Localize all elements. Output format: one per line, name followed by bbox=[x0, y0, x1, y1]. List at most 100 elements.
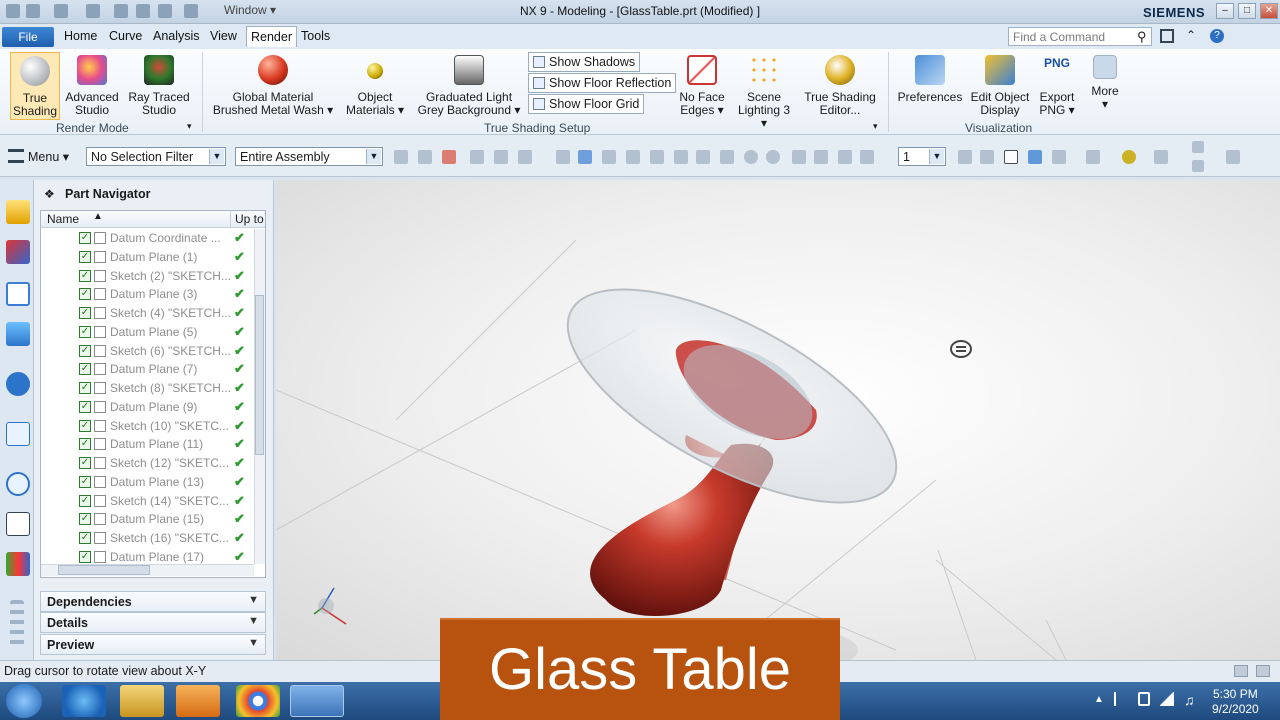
roles-icon[interactable] bbox=[10, 600, 24, 648]
hd3d-tools-icon[interactable] bbox=[6, 372, 30, 396]
view-orientation-icon[interactable] bbox=[1052, 150, 1066, 164]
assembly-constraint-icon[interactable] bbox=[1192, 160, 1204, 172]
edit-object-display-button[interactable]: Edit Object Display bbox=[966, 55, 1034, 117]
tree-row[interactable]: ✓ Datum Plane (15) ✔ bbox=[41, 510, 255, 528]
ray-traced-studio-button[interactable]: Ray Traced Studio bbox=[126, 55, 192, 117]
tree-row[interactable]: ✓ Datum Plane (9) ✔ bbox=[41, 398, 255, 416]
graphics-viewport[interactable] bbox=[275, 180, 1280, 680]
part-navigator-icon[interactable] bbox=[6, 282, 30, 306]
collapse-ribbon-icon[interactable]: ⌃ bbox=[1186, 28, 1196, 42]
constraint-navigator-icon[interactable] bbox=[6, 240, 30, 264]
checkbox-icon[interactable]: ✓ bbox=[79, 495, 91, 507]
true-shading-button[interactable]: True Shading bbox=[10, 52, 60, 120]
tree-row[interactable]: ✓ Sketch (4) "SKETCH... ✔ bbox=[41, 304, 255, 322]
select-curve-icon[interactable] bbox=[494, 150, 508, 164]
global-material-button[interactable]: Global Material Brushed Metal Wash ▾ bbox=[212, 55, 334, 117]
checkbox-icon[interactable]: ✓ bbox=[79, 513, 91, 525]
checkbox-icon[interactable]: ✓ bbox=[79, 326, 91, 338]
snap-line-icon[interactable] bbox=[650, 150, 664, 164]
snap-center-icon[interactable] bbox=[744, 150, 758, 164]
app-icon[interactable] bbox=[6, 4, 20, 18]
assembly-navigator-icon[interactable] bbox=[6, 200, 30, 224]
maximize-button[interactable]: □ bbox=[1238, 3, 1256, 19]
menu-button[interactable]: Menu ▾ bbox=[28, 149, 69, 164]
checkbox-icon[interactable]: ✓ bbox=[79, 382, 91, 394]
tree-row[interactable]: ✓ Sketch (16) "SKETC... ✔ bbox=[41, 529, 255, 547]
preferences-button[interactable]: Preferences bbox=[896, 55, 964, 104]
fullscreen-icon[interactable] bbox=[1160, 29, 1174, 43]
copy-icon[interactable] bbox=[136, 4, 150, 18]
rectangle-select-icon[interactable] bbox=[518, 150, 532, 164]
checkbox-icon[interactable]: ✓ bbox=[79, 551, 91, 563]
select-face-icon[interactable] bbox=[442, 150, 456, 164]
fit-view-icon[interactable] bbox=[958, 150, 972, 164]
checkbox-icon[interactable]: ✓ bbox=[79, 401, 91, 413]
column-name-header[interactable]: Name bbox=[47, 212, 79, 226]
checkbox-icon[interactable]: ✓ bbox=[79, 363, 91, 375]
tab-view[interactable]: View bbox=[210, 29, 237, 43]
taskbar-clock[interactable]: 5:30 PM 9/2/2020 bbox=[1212, 687, 1259, 717]
select-feature-icon[interactable] bbox=[394, 150, 408, 164]
tab-file[interactable]: File bbox=[2, 27, 54, 47]
internet-explorer-icon[interactable] bbox=[62, 685, 106, 717]
background-icon[interactable] bbox=[1122, 150, 1136, 164]
clip-section-icon[interactable] bbox=[1154, 150, 1168, 164]
repeat-command-icon[interactable] bbox=[184, 4, 198, 18]
tree-row[interactable]: ✓ Datum Plane (5) ✔ bbox=[41, 323, 255, 341]
chrome-icon[interactable] bbox=[236, 685, 280, 717]
speaker-icon[interactable]: ♫ bbox=[1184, 692, 1195, 708]
tree-row[interactable]: ✓ Sketch (14) "SKETC... ✔ bbox=[41, 492, 255, 510]
paste-icon[interactable] bbox=[158, 4, 172, 18]
details-panel-header[interactable]: Details ▼ bbox=[40, 612, 266, 633]
snap-point-icon[interactable] bbox=[792, 150, 806, 164]
checkbox-icon[interactable]: ✓ bbox=[79, 251, 91, 263]
minimize-button[interactable]: – bbox=[1216, 3, 1234, 19]
history-icon[interactable] bbox=[6, 472, 30, 496]
zoom-icon[interactable] bbox=[980, 150, 994, 164]
process-studio-icon[interactable] bbox=[6, 552, 30, 576]
file-explorer-icon[interactable] bbox=[120, 685, 164, 717]
advanced-studio-button[interactable]: Advanced Studio bbox=[64, 55, 120, 117]
snap-tangent-icon[interactable] bbox=[674, 150, 688, 164]
snap-on-curve-icon[interactable] bbox=[814, 150, 828, 164]
tree-row[interactable]: ✓ Sketch (12) "SKETC... ✔ bbox=[41, 454, 255, 472]
show-floor-reflection-toggle[interactable]: Show Floor Reflection bbox=[528, 73, 677, 93]
tree-row[interactable]: ✓ Datum Plane (1) ✔ bbox=[41, 248, 255, 266]
tab-home[interactable]: Home bbox=[64, 29, 97, 43]
snap-intersection-icon[interactable] bbox=[720, 150, 734, 164]
checkbox-icon[interactable]: ✓ bbox=[79, 345, 91, 357]
flag-icon[interactable] bbox=[1114, 692, 1128, 706]
checkbox-icon[interactable]: ✓ bbox=[79, 307, 91, 319]
nx-taskbar-icon[interactable] bbox=[290, 685, 344, 717]
checkbox-icon[interactable]: ✓ bbox=[79, 270, 91, 282]
work-layer-dropdown[interactable]: 1 ▼ bbox=[898, 147, 946, 166]
tree-row[interactable]: ✓ Sketch (8) "SKETCH... ✔ bbox=[41, 379, 255, 397]
snap-on-surface-icon[interactable] bbox=[838, 150, 852, 164]
tab-curve[interactable]: Curve bbox=[109, 29, 142, 43]
tree-row[interactable]: ✓ Sketch (10) "SKETC... ✔ bbox=[41, 417, 255, 435]
no-face-edges-button[interactable]: No Face Edges ▾ bbox=[676, 55, 728, 117]
tree-row[interactable]: ✓ Datum Plane (11) ✔ bbox=[41, 435, 255, 453]
selection-filter-dropdown[interactable]: No Selection Filter ▼ bbox=[86, 147, 226, 166]
checkbox-icon[interactable]: ✓ bbox=[79, 288, 91, 300]
show-shadows-toggle[interactable]: Show Shadows bbox=[528, 52, 641, 72]
cut-icon[interactable] bbox=[114, 4, 128, 18]
true-shading-editor-button[interactable]: True Shading Editor... bbox=[802, 55, 878, 117]
select-body-icon[interactable] bbox=[418, 150, 432, 164]
show-floor-grid-toggle[interactable]: Show Floor Grid bbox=[528, 94, 645, 114]
scene-lighting-button[interactable]: Scene Lighting 3 ▾ bbox=[734, 55, 794, 130]
more-button[interactable]: More ▾ bbox=[1086, 55, 1124, 111]
tree-row[interactable]: ✓ Datum Coordinate ... ✔ bbox=[41, 229, 255, 247]
assembly-nav-icon[interactable] bbox=[1192, 141, 1204, 153]
checkbox-icon[interactable]: ✓ bbox=[79, 420, 91, 432]
group-expand-icon[interactable]: ▾ bbox=[187, 121, 192, 132]
graduated-light-button[interactable]: Graduated Light Grey Background ▾ bbox=[414, 55, 524, 117]
snap-midpoint-icon[interactable] bbox=[626, 150, 640, 164]
snap-arc-icon[interactable] bbox=[696, 150, 710, 164]
tree-row[interactable]: ✓ Datum Plane (3) ✔ bbox=[41, 285, 255, 303]
help-icon[interactable]: ? bbox=[1210, 29, 1224, 43]
dependencies-panel-header[interactable]: Dependencies ▼ bbox=[40, 591, 266, 612]
tab-analysis[interactable]: Analysis bbox=[153, 29, 200, 43]
group-expand-icon[interactable]: ▾ bbox=[873, 121, 878, 132]
vertical-scrollbar-thumb[interactable] bbox=[255, 295, 264, 455]
